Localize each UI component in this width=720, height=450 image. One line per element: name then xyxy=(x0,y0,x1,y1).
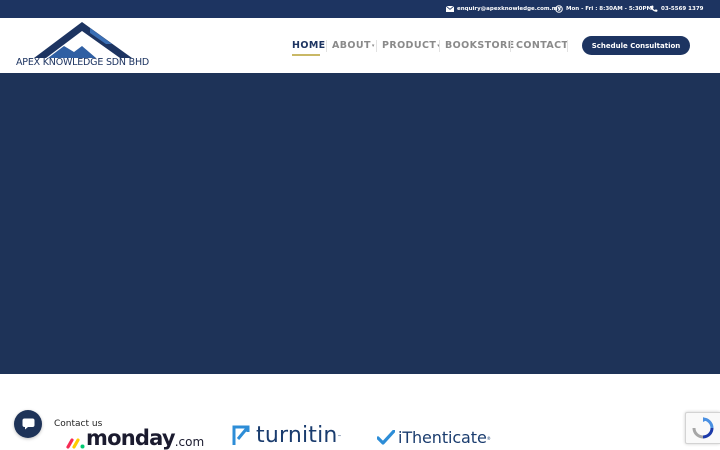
hero-banner xyxy=(0,73,720,374)
topbar-phone-text[interactable]: 03-5569 1379 xyxy=(661,6,703,12)
turnitin-arrow-icon xyxy=(232,425,250,445)
site-header: APEX KNOWLEDGE SDN BHD HOME ABOUT▾ PRODU… xyxy=(0,18,720,73)
chevron-down-icon: ▾ xyxy=(371,42,375,49)
topbar-phone[interactable]: 03-5569 1379 xyxy=(650,4,703,14)
topbar-hours: Mon - Fri : 8:30AM - 5:30PM xyxy=(555,4,652,14)
monday-mark-icon xyxy=(66,438,85,449)
topbar-hours-text: Mon - Fri : 8:30AM - 5:30PM xyxy=(566,6,653,12)
brand-name: APEX KNOWLEDGE SDN BHD xyxy=(16,57,150,68)
registered-icon: ® xyxy=(486,435,491,441)
nav-divider xyxy=(510,40,511,52)
ithenticate-logo[interactable]: iThenticate ® xyxy=(377,427,491,449)
mountain-logo-icon xyxy=(34,22,132,58)
contact-us-label[interactable]: Contact us xyxy=(46,416,111,432)
nav-about[interactable]: ABOUT▾ xyxy=(332,40,375,51)
schedule-consultation-button[interactable]: Schedule Consultation xyxy=(582,36,690,55)
clock-icon xyxy=(555,5,563,13)
nav-divider xyxy=(567,40,568,52)
partner-logos: monday .com turnitin ™ iThenticate ® xyxy=(0,374,720,450)
top-info-bar: enquiry@apexknowledge.com.my Mon - Fri :… xyxy=(0,0,720,18)
phone-icon xyxy=(651,5,658,12)
nav-bookstore-label: BOOKSTORE xyxy=(445,40,515,51)
recaptcha-badge[interactable] xyxy=(685,412,720,444)
nav-home[interactable]: HOME xyxy=(292,40,326,51)
contact-us-button[interactable] xyxy=(14,410,42,438)
nav-divider xyxy=(439,40,440,52)
nav-home-label: HOME xyxy=(292,40,326,51)
topbar-email-text[interactable]: enquiry@apexknowledge.com.my xyxy=(457,6,561,12)
nav-about-label: ABOUT xyxy=(332,40,371,51)
chat-bubble-icon xyxy=(22,418,34,430)
nav-divider xyxy=(326,40,327,52)
nav-contact[interactable]: CONTACT xyxy=(516,40,568,51)
nav-active-underline xyxy=(292,54,320,56)
topbar-email[interactable]: enquiry@apexknowledge.com.my xyxy=(446,4,561,14)
nav-contact-label: CONTACT xyxy=(516,40,569,51)
nav-bookstore[interactable]: BOOKSTORE xyxy=(445,40,515,51)
nav-product-label: PRODUCT xyxy=(382,40,437,51)
brand-logo[interactable]: APEX KNOWLEDGE SDN BHD xyxy=(16,22,150,70)
envelope-icon xyxy=(446,6,454,12)
ithenticate-word: iThenticate xyxy=(398,428,487,447)
nav-product[interactable]: PRODUCT▾ xyxy=(382,40,440,51)
nav-divider xyxy=(376,40,377,52)
recaptcha-icon xyxy=(692,417,714,439)
turnitin-word: turnitin xyxy=(256,423,338,448)
monday-suffix: .com xyxy=(174,435,205,449)
trademark-icon: ™ xyxy=(337,433,342,439)
checkmark-icon xyxy=(377,430,395,445)
turnitin-logo[interactable]: turnitin ™ xyxy=(232,422,342,450)
